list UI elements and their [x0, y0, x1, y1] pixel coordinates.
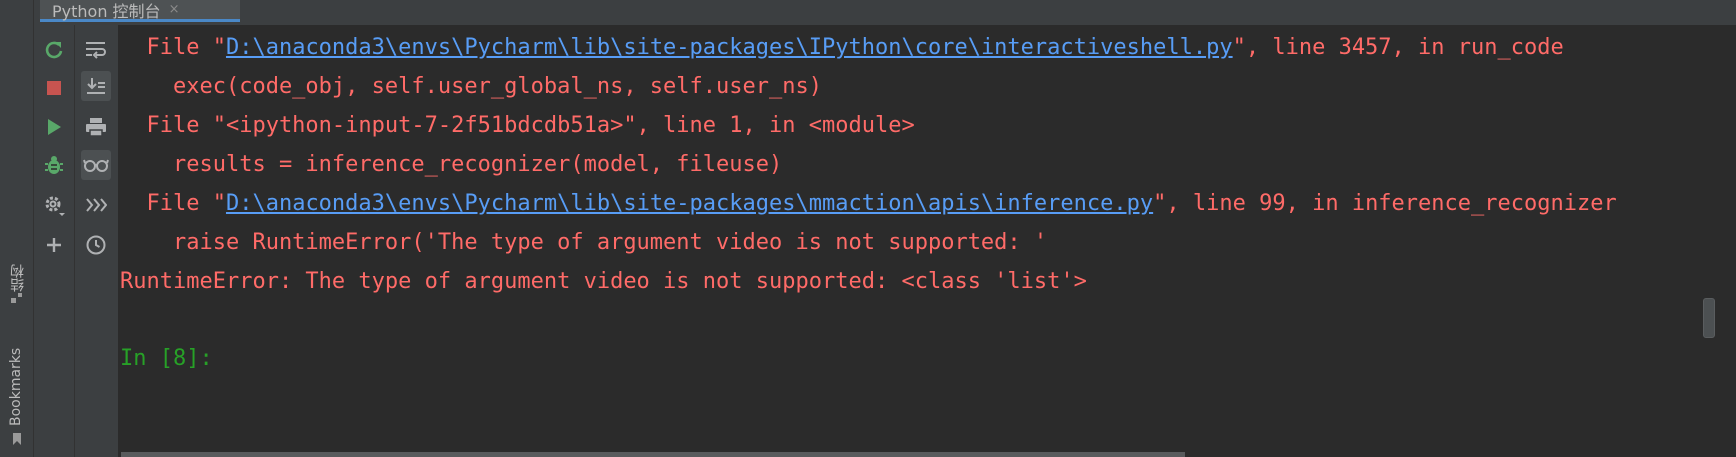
file-link[interactable]: D:\anaconda3\envs\Pycharm\lib\site-packa…	[226, 191, 1153, 216]
error-message: RuntimeError: The type of argument video…	[120, 269, 1087, 294]
scroll-to-end-button[interactable]	[81, 71, 111, 101]
structure-tool-tab[interactable]: 结构	[8, 248, 26, 292]
traceback-line: File "<ipython-input-7-2f51bdcdb51a>", l…	[120, 113, 915, 138]
structure-icon[interactable]	[10, 291, 24, 305]
stop-button[interactable]	[39, 73, 69, 103]
console-toolbar-secondary	[75, 25, 119, 457]
show-variables-button[interactable]	[81, 150, 111, 180]
rerun-icon	[45, 41, 63, 59]
horizontal-scrollbar[interactable]	[121, 452, 1185, 457]
debug-icon	[45, 156, 63, 174]
run-button[interactable]	[39, 112, 69, 142]
print-button[interactable]	[81, 112, 111, 142]
glasses-icon	[83, 159, 109, 172]
traceback-line: File "D:\anaconda3\envs\Pycharm\lib\site…	[120, 189, 1617, 219]
console-toolbar-primary	[34, 25, 75, 457]
left-tool-strip: 结构 Bookmarks	[0, 0, 34, 457]
tab-title: Python 控制台	[52, 1, 161, 21]
rerun-button[interactable]	[39, 35, 69, 65]
structure-tool-label: 结构	[10, 264, 26, 292]
print-icon	[86, 118, 106, 137]
soft-wrap-icon	[86, 42, 106, 59]
traceback-text: ", line 3457, in run_code	[1232, 35, 1564, 60]
history-button[interactable]	[81, 230, 111, 260]
plus-icon	[47, 238, 61, 252]
traceback-line: raise RuntimeError('The type of argument…	[120, 230, 1048, 255]
settings-button[interactable]	[39, 190, 69, 220]
gear-icon	[45, 196, 65, 216]
new-console-button[interactable]	[39, 230, 69, 260]
traceback-text: File "	[120, 35, 226, 60]
vertical-scrollbar[interactable]	[1703, 298, 1715, 338]
traceback-line: exec(code_obj, self.user_global_ns, self…	[120, 74, 822, 99]
close-icon[interactable]: ×	[169, 2, 180, 17]
execute-command-button[interactable]	[81, 190, 111, 220]
soft-wrap-button[interactable]	[81, 35, 111, 65]
tab-python-console[interactable]: Python 控制台 ×	[40, 0, 240, 22]
history-icon	[86, 235, 106, 255]
traceback-line: results = inference_recognizer(model, fi…	[120, 152, 783, 177]
stop-icon	[47, 81, 61, 95]
scroll-to-end-icon	[87, 78, 105, 94]
bookmark-icon[interactable]	[10, 432, 24, 446]
execute-icon	[86, 198, 107, 212]
run-icon	[48, 119, 61, 135]
traceback-text: File "	[120, 191, 226, 216]
debug-button[interactable]	[39, 150, 69, 180]
bookmarks-tool-tab[interactable]: Bookmarks	[8, 336, 26, 426]
traceback-text: ", line 99, in inference_recognizer	[1153, 191, 1617, 216]
input-prompt[interactable]: In [8]:	[120, 344, 213, 374]
console-tab-strip: Python 控制台 ×	[34, 0, 1736, 26]
bookmarks-tool-label: Bookmarks	[8, 347, 24, 426]
console-output[interactable]: File "D:\anaconda3\envs\Pycharm\lib\site…	[120, 25, 1700, 449]
traceback-line: File "D:\anaconda3\envs\Pycharm\lib\site…	[120, 33, 1564, 63]
file-link[interactable]: D:\anaconda3\envs\Pycharm\lib\site-packa…	[226, 35, 1233, 60]
